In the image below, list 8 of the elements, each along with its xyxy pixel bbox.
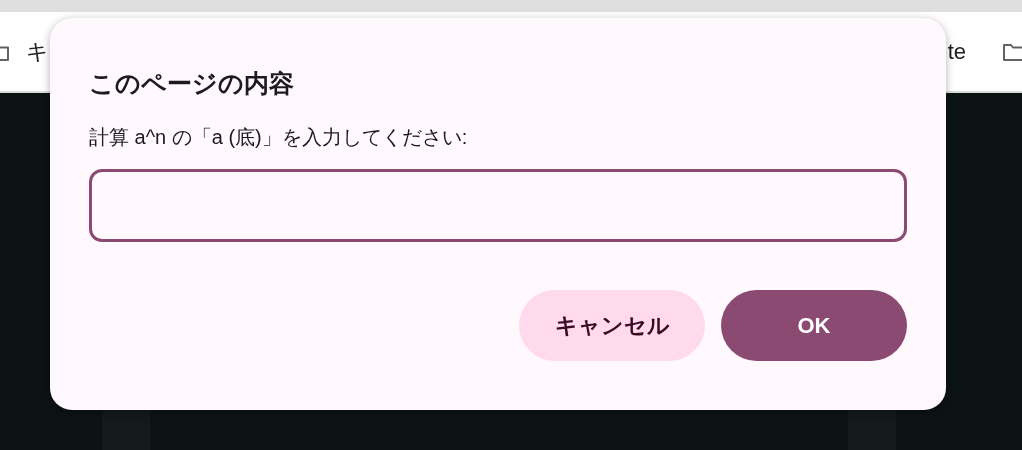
bookmark-label[interactable]: キ bbox=[26, 36, 49, 67]
prompt-message: 計算 a^n の「a (底)」を入力してください: bbox=[89, 125, 469, 149]
ok-button[interactable]: OK bbox=[721, 290, 907, 361]
cancel-button[interactable]: キャンセル bbox=[519, 290, 705, 361]
dialog-title: このページの内容 bbox=[89, 68, 295, 98]
input-field[interactable] bbox=[89, 169, 907, 242]
folder-icon[interactable] bbox=[1002, 41, 1022, 62]
bookmark-label[interactable]: te bbox=[947, 38, 966, 65]
